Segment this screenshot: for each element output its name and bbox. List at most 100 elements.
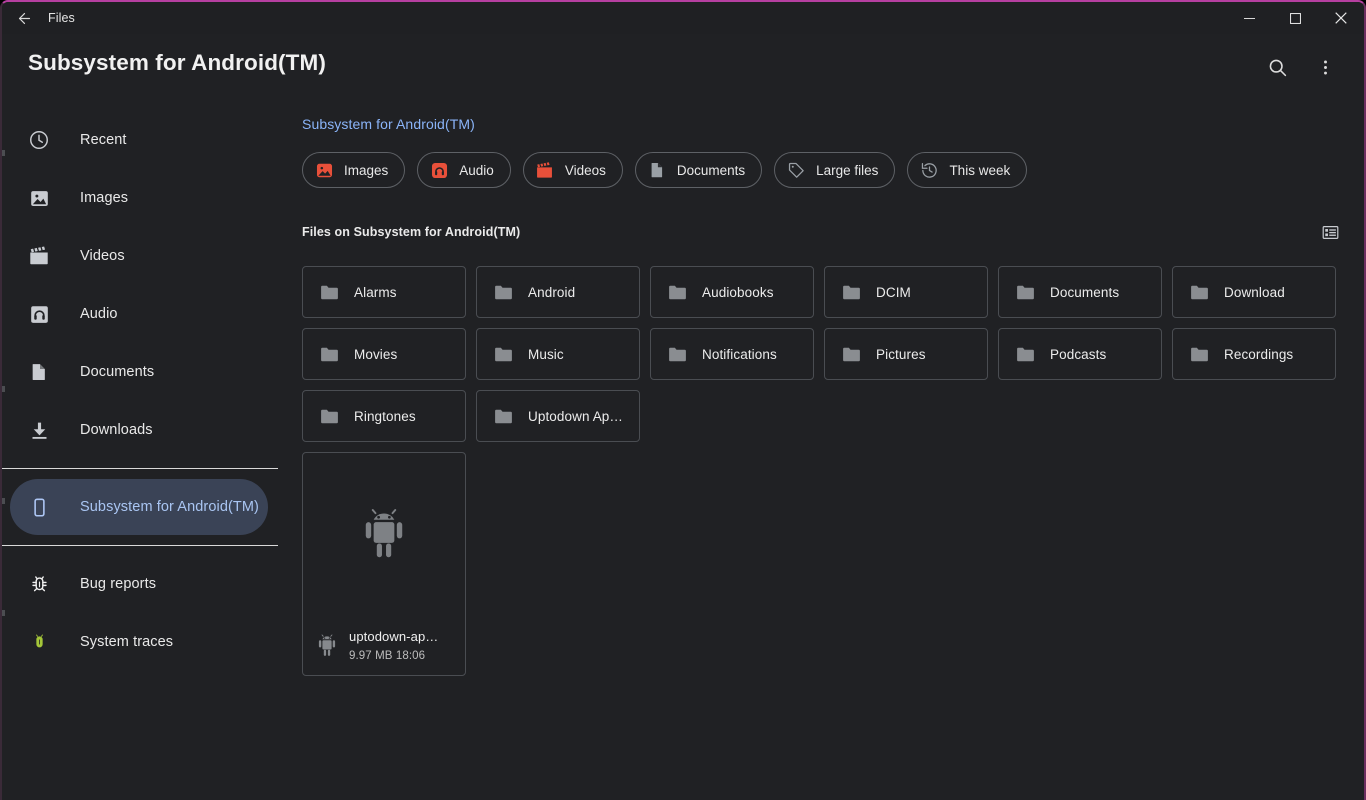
sidebar-item-recent[interactable]: Recent: [2, 112, 268, 168]
folder-card[interactable]: Audiobooks: [650, 266, 814, 318]
folder-label: Android: [528, 285, 575, 300]
folder-icon: [841, 344, 862, 365]
folder-card[interactable]: Pictures: [824, 328, 988, 380]
folder-icon: [493, 406, 514, 427]
sidebar-divider: [2, 468, 278, 469]
clock-icon: [26, 127, 52, 153]
folder-icon: [493, 344, 514, 365]
minimize-button[interactable]: [1226, 2, 1272, 34]
folder-label: Podcasts: [1050, 347, 1106, 362]
sidebar-item-audio[interactable]: Audio: [2, 286, 268, 342]
folder-card[interactable]: Alarms: [302, 266, 466, 318]
chip-label: Images: [344, 163, 388, 178]
image-icon: [26, 185, 52, 211]
sidebar-item-label: System traces: [80, 634, 173, 650]
sidebar-item-label: Images: [80, 190, 128, 206]
folder-card[interactable]: Documents: [998, 266, 1162, 318]
folder-label: Audiobooks: [702, 285, 774, 300]
sidebar-divider: [2, 545, 278, 546]
folder-label: Movies: [354, 347, 397, 362]
sidebar-item-label: Bug reports: [80, 576, 156, 592]
folder-label: Alarms: [354, 285, 397, 300]
folder-icon: [1189, 344, 1210, 365]
sidebar-item-system-traces[interactable]: System traces: [2, 614, 268, 670]
sidebar-item-label: Subsystem for Android(TM): [80, 499, 259, 515]
chip-images[interactable]: Images: [302, 152, 405, 188]
folder-card[interactable]: Podcasts: [998, 328, 1162, 380]
folder-card[interactable]: Movies: [302, 328, 466, 380]
folder-label: Ringtones: [354, 409, 416, 424]
titlebar-title: Files: [48, 11, 75, 25]
chip-audio[interactable]: Audio: [417, 152, 511, 188]
window-controls: [1226, 2, 1364, 34]
filter-chip-row: Images Audio Videos Documents: [302, 152, 1364, 188]
folder-card[interactable]: Android: [476, 266, 640, 318]
list-view-icon[interactable]: [1314, 216, 1346, 248]
close-button[interactable]: [1318, 2, 1364, 34]
document-icon: [26, 359, 52, 385]
chip-documents[interactable]: Documents: [635, 152, 762, 188]
maximize-button[interactable]: [1272, 2, 1318, 34]
bug-outline-icon: [26, 571, 52, 597]
sidebar-item-label: Downloads: [80, 422, 153, 438]
folder-icon: [493, 282, 514, 303]
chip-large-files[interactable]: Large files: [774, 152, 895, 188]
folder-grid: Alarms Android Audiobooks DCIM Documents Down…: [302, 266, 1364, 442]
folder-icon: [319, 406, 340, 427]
files-app-window: Files Subsystem for Android(TM): [0, 0, 1366, 800]
sidebar-item-documents[interactable]: Documents: [2, 344, 268, 400]
window-titlebar: Files: [2, 2, 1364, 34]
sidebar-item-label: Documents: [80, 364, 154, 380]
folder-card[interactable]: Download: [1172, 266, 1336, 318]
search-icon[interactable]: [1256, 46, 1298, 88]
folder-card[interactable]: Notifications: [650, 328, 814, 380]
chip-label: Documents: [677, 163, 745, 178]
sidebar-item-bug-reports[interactable]: Bug reports: [2, 556, 268, 612]
sidebar-item-subsystem-for-android[interactable]: Subsystem for Android(TM): [10, 479, 268, 535]
folder-label: Documents: [1050, 285, 1119, 300]
video-chip-icon: [535, 160, 555, 180]
folder-card[interactable]: DCIM: [824, 266, 988, 318]
folder-label: Music: [528, 347, 564, 362]
file-card[interactable]: uptodown-ap…9.97 MB 18:06: [302, 452, 466, 676]
sidebar-item-label: Audio: [80, 306, 118, 322]
clapper-icon: [26, 243, 52, 269]
chip-videos[interactable]: Videos: [523, 152, 623, 188]
bug-green-icon: [26, 629, 52, 655]
folder-card[interactable]: Uptodown Ap…: [476, 390, 640, 442]
chip-label: Audio: [459, 163, 494, 178]
folder-icon: [1015, 282, 1036, 303]
back-icon[interactable]: [2, 2, 46, 34]
folder-icon: [667, 282, 688, 303]
history-chip-icon: [919, 160, 939, 180]
sidebar-group-tools: Bug reports System traces: [2, 546, 278, 680]
download-icon: [26, 417, 52, 443]
chip-this-week[interactable]: This week: [907, 152, 1027, 188]
folder-card[interactable]: Music: [476, 328, 640, 380]
main-content: Subsystem for Android(TM) Images Audio V: [278, 102, 1364, 800]
more-vertical-icon[interactable]: [1304, 46, 1346, 88]
sidebar-item-downloads[interactable]: Downloads: [2, 402, 268, 458]
folder-icon: [319, 344, 340, 365]
chip-label: Large files: [816, 163, 878, 178]
audio-chip-icon: [429, 160, 449, 180]
file-name: uptodown-ap…: [349, 629, 438, 644]
chip-label: This week: [949, 163, 1010, 178]
folder-label: Recordings: [1224, 347, 1293, 362]
chip-label: Videos: [565, 163, 606, 178]
folder-card[interactable]: Recordings: [1172, 328, 1336, 380]
folder-icon: [1189, 282, 1210, 303]
breadcrumb[interactable]: Subsystem for Android(TM): [302, 116, 1364, 132]
android-robot-icon: [303, 453, 465, 617]
folder-label: Download: [1224, 285, 1285, 300]
app-header: Subsystem for Android(TM): [2, 34, 1364, 102]
sidebar-group-library: Recent Images Videos Audio: [2, 102, 278, 468]
sidebar-item-images[interactable]: Images: [2, 170, 268, 226]
header-actions: [1256, 46, 1346, 88]
folder-icon: [319, 282, 340, 303]
sidebar-group-devices: Subsystem for Android(TM): [2, 469, 278, 545]
folder-card[interactable]: Ringtones: [302, 390, 466, 442]
sidebar-item-videos[interactable]: Videos: [2, 228, 268, 284]
image-chip-icon: [314, 160, 334, 180]
tag-chip-icon: [786, 160, 806, 180]
